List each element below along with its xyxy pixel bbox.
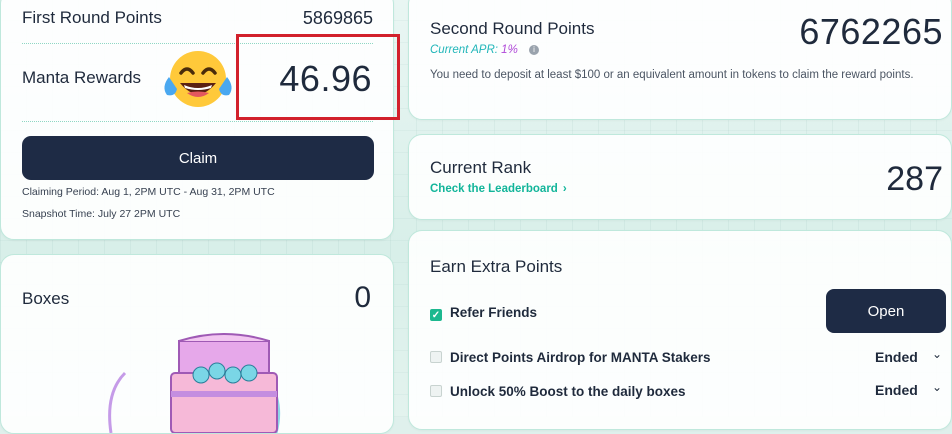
first-round-card: First Round Points 5869865 Manta Rewards… [0,0,400,240]
first-round-value: 5869865 [302,8,373,28]
treasure-chest-icon [108,333,281,433]
divider [22,121,373,122]
current-apr: Current APR: 1% i [430,44,539,56]
apr-label: Current APR: [430,44,498,56]
chevron-down-icon[interactable]: ⌄ [932,347,942,361]
open-button[interactable]: Open [826,289,946,333]
apr-value: 1% [501,44,518,56]
task-unlock-boost: Unlock 50% Boost to the daily boxes [430,384,686,399]
first-round-label: First Round Points [22,8,162,27]
info-icon[interactable]: i [529,45,539,55]
checkbox-icon[interactable] [430,385,442,397]
checkbox-icon[interactable] [430,351,442,363]
manta-rewards-label: Manta Rewards [22,68,142,87]
chevron-down-icon[interactable]: ⌄ [932,380,942,394]
second-round-label: Second Round Points [430,19,595,38]
claiming-period-text: Claiming Period: Aug 1, 2PM UTC - Aug 31… [22,186,275,198]
current-rank-value: 287 [886,160,943,198]
claim-button[interactable]: Claim [22,136,374,180]
boxes-label: Boxes [22,289,70,308]
second-round-card: Second Round Points Current APR: 1% i 67… [408,0,952,120]
boxes-value: 0 [354,281,371,314]
boxes-card: Boxes 0 [0,254,394,434]
earn-extra-points-title: Earn Extra Points [430,257,563,276]
leaderboard-link[interactable]: Check the Leaderboard › [430,183,567,195]
status-ended: Ended [875,382,918,398]
task-label: Refer Friends [450,305,538,320]
second-round-value: 6762265 [799,11,943,52]
current-rank-label: Current Rank [430,158,532,177]
manta-rewards-value: 46.96 [279,58,372,99]
manta-rewards-value-box: 46.96 [236,34,400,120]
current-rank-card: Current Rank Check the Leaderboard › 287 [408,134,952,220]
chevron-right-icon: › [562,183,567,195]
task-direct-airdrop: Direct Points Airdrop for MANTA Stakers [430,350,711,365]
task-label: Unlock 50% Boost to the daily boxes [450,384,686,399]
leaderboard-link-label: Check the Leaderboard [430,183,558,195]
task-label: Direct Points Airdrop for MANTA Stakers [450,350,711,365]
snapshot-time-text: Snapshot Time: July 27 2PM UTC [22,208,181,220]
task-refer-friends: ✓ Refer Friends [430,305,537,321]
status-ended: Ended [875,349,918,365]
earn-extra-points-card: Earn Extra Points ✓ Refer Friends Open Di… [408,230,952,430]
deposit-note: You need to deposit at least $100 or an … [430,69,914,81]
checkbox-checked-icon[interactable]: ✓ [430,309,442,321]
face-with-tears-of-joy-icon [164,51,232,107]
